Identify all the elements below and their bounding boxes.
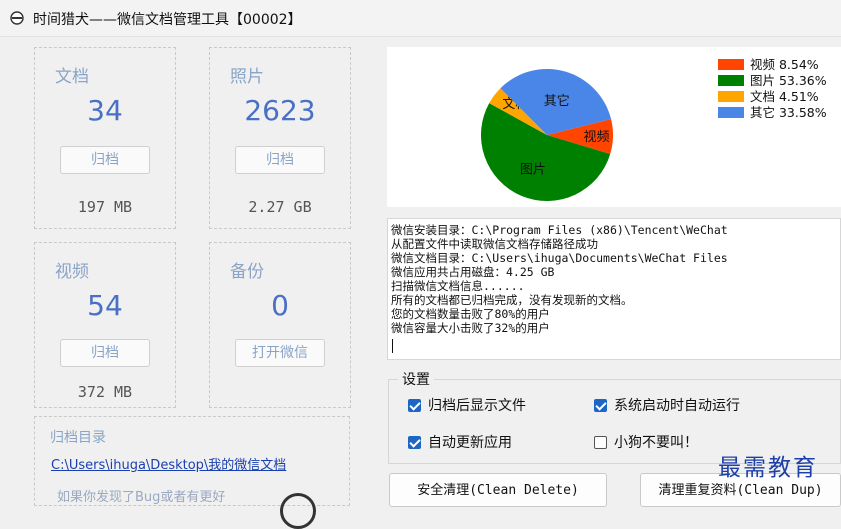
window-title: 时间猎犬——微信文档管理工具【00002】 [33,12,302,28]
legend-label: 文档 4.51% [750,89,819,104]
feedback-hint: 如果你发现了Bug或者有更好 [57,490,226,505]
card-backup: 备份 0 打开微信 [209,242,351,408]
pie-slice-label: 图片 [520,162,546,177]
card-count: 0 [271,289,289,322]
legend-swatch [718,59,744,70]
card-label: 文档 [55,67,89,87]
option-label: 自动更新应用 [428,435,512,451]
card-size: 2.27 GB [248,198,312,216]
log-line: 微信安装目录：C:\Program Files (x86)\Tencent\We… [391,223,728,237]
checkbox-icon[interactable] [408,398,421,412]
log-line: 微信容量大小击败了32%的用户 [391,321,550,335]
pie-slice-label: 视频 [583,130,609,145]
clean-delete-button[interactable]: 安全清理(Clean Delete) [389,473,607,507]
archive-directory-link[interactable]: C:\Users\ihuga\Desktop\我的微信文档 [51,454,286,473]
show-file-after-archive-checkbox[interactable]: 归档后显示文件 [408,395,526,415]
card-photos: 照片 2623 归档 2.27 GB [209,47,351,229]
archive-videos-button[interactable]: 归档 [60,339,150,367]
card-count: 34 [87,94,123,127]
open-wechat-button[interactable]: 打开微信 [235,339,325,367]
log-console[interactable]: 微信安装目录：C:\Program Files (x86)\Tencent\We… [387,218,841,360]
log-line: 微信文档目录：C:\Users\ihuga\Documents\WeChat F… [391,251,728,265]
option-label: 归档后显示文件 [428,398,526,414]
option-label: 小狗不要叫！ [614,435,698,451]
legend-swatch [718,75,744,86]
legend-label: 其它 33.58% [750,105,827,120]
card-label: 备份 [230,262,264,282]
archive-documents-button[interactable]: 归档 [60,146,150,174]
watermark: 最需教育 [718,455,818,481]
log-line: 扫描微信文档信息...... [391,279,525,293]
archive-photos-button[interactable]: 归档 [235,146,325,174]
legend-swatch [718,107,744,118]
card-size: 197 MB [77,198,133,216]
text-caret [392,339,393,353]
log-line: 微信应用共占用磁盘：4.25 GB [391,265,555,279]
log-line: 您的文档数量击败了80%的用户 [391,307,550,321]
log-line: 所有的文档都已归档完成，没有发现新的文档。 [391,293,633,307]
legend-label: 图片 53.36% [750,73,827,88]
card-documents: 文档 34 归档 197 MB [34,47,176,229]
card-label: 照片 [230,67,264,87]
log-line: 从配置文件中读取微信文档存储路径成功 [391,237,598,251]
pie-slice-label: 其它 [544,93,570,109]
mute-dog-checkbox[interactable]: 小狗不要叫！ [594,432,698,452]
app-icon [10,11,24,25]
card-label: 视频 [55,262,89,282]
card-count: 2623 [244,94,316,127]
auto-update-checkbox[interactable]: 自动更新应用 [408,432,512,452]
checkbox-icon[interactable] [594,435,607,449]
feedback-icon[interactable] [280,493,316,529]
card-size: 372 MB [77,383,133,401]
legend-swatch [718,91,744,102]
card-videos: 视频 54 归档 372 MB [34,242,176,408]
archive-directory-label: 归档目录 [50,430,106,446]
chart-panel: 视频 图片 文档 其它 视频 8.54% 图片 53.36% 文档 4.51% 其它 33.5… [387,47,841,207]
checkbox-icon[interactable] [408,435,421,449]
card-count: 54 [87,289,123,322]
pie-chart: 视频图片文档 其它视频 8.54%图片 53.36%文档 4.51%其它 33.5… [481,57,827,201]
archive-directory-panel: 归档目录 C:\Users\ihuga\Desktop\我的微信文档 如果你发现… [34,416,350,529]
legend-label: 视频 8.54% [750,57,819,72]
autostart-checkbox[interactable]: 系统启动时自动运行 [594,395,740,415]
settings-title: 设置 [398,369,434,389]
title-bar: 时间猎犬——微信文档管理工具【00002】 [0,0,841,37]
option-label: 系统启动时自动运行 [614,398,740,414]
checkbox-icon[interactable] [594,398,607,412]
